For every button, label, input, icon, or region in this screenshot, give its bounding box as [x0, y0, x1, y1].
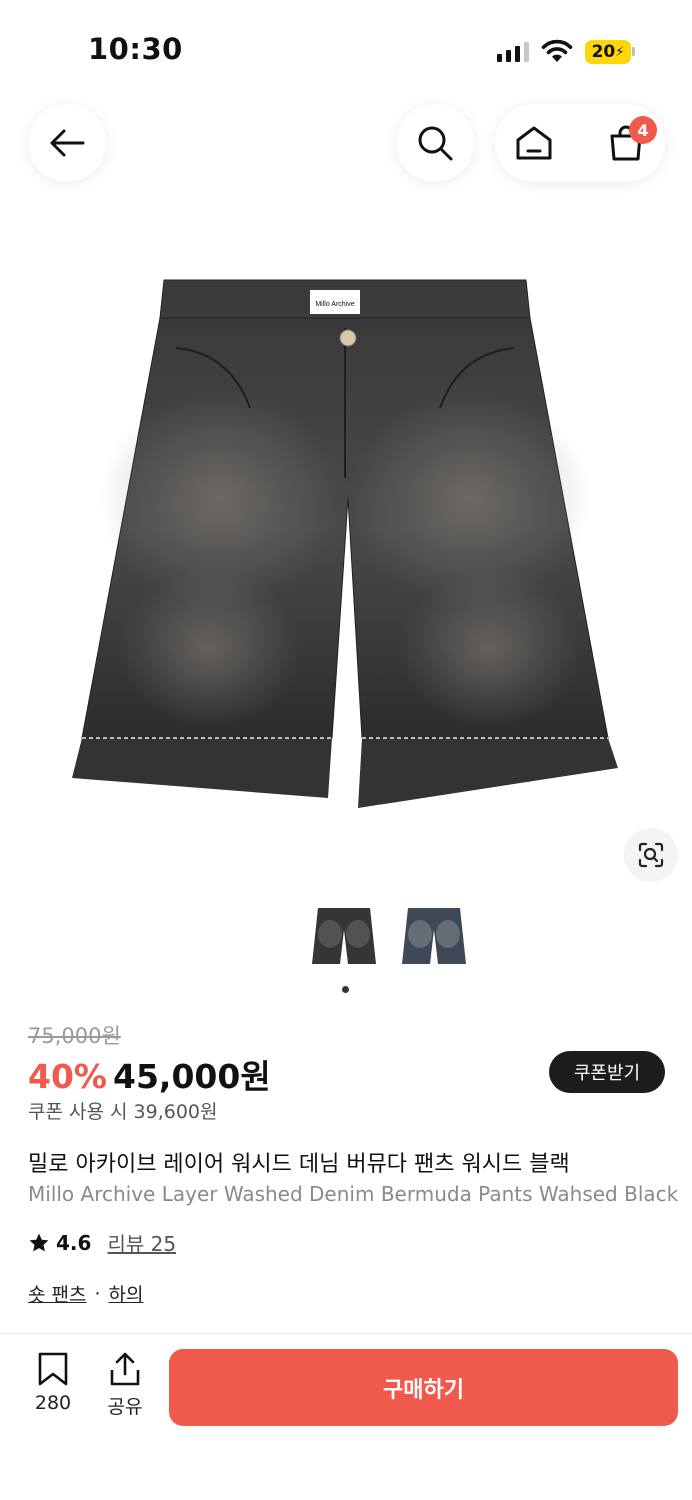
battery-tip	[632, 47, 635, 56]
category-separator: ·	[94, 1282, 101, 1305]
price-row: 40% 45,000원	[28, 1050, 271, 1098]
product-title-ko: 밀로 아카이브 레이어 워시드 데님 버뮤다 팬츠 워시드 블랙	[28, 1152, 570, 1177]
back-button[interactable]	[28, 104, 106, 182]
review-link[interactable]: 리뷰 25	[107, 1228, 176, 1257]
cellular-signal-icon	[497, 42, 529, 62]
cart-button[interactable]	[587, 104, 665, 182]
rating-value: 4.6	[56, 1230, 92, 1255]
category-link-bottoms[interactable]: 하의	[109, 1280, 144, 1307]
star-icon	[29, 1233, 49, 1251]
share-label: 공유	[107, 1396, 143, 1418]
product-image[interactable]: Millo Archive	[60, 268, 632, 808]
search-icon	[418, 126, 453, 161]
coupon-button[interactable]: 쿠폰받기	[549, 1051, 665, 1093]
thumbnail-black[interactable]	[310, 906, 378, 970]
category-breadcrumb: 숏 팬츠 · 하의	[28, 1280, 144, 1307]
page-indicator-dot	[342, 986, 349, 993]
home-icon	[516, 126, 552, 160]
share-icon	[110, 1352, 140, 1386]
coupon-price-note: 쿠폰 사용 시 39,600원	[28, 1101, 218, 1123]
divider	[0, 1333, 692, 1334]
battery-level: 20	[591, 42, 616, 62]
rating-row: 4.6 리뷰 25	[28, 1228, 176, 1257]
bookmark-icon	[38, 1352, 68, 1386]
back-arrow-icon	[50, 129, 85, 157]
image-thumbnails	[310, 906, 468, 970]
product-title-en: Millo Archive Layer Washed Denim Bermuda…	[28, 1182, 679, 1206]
thumbnail-blue[interactable]	[400, 906, 468, 970]
status-bar: 10:30 20 ⚡	[0, 0, 692, 100]
category-link-shorts[interactable]: 숏 팬츠	[28, 1280, 86, 1307]
bookmark-count: 280	[34, 1392, 72, 1414]
share-button[interactable]: 공유	[100, 1352, 150, 1419]
buy-button[interactable]: 구매하기	[169, 1349, 678, 1426]
status-time: 10:30	[88, 32, 183, 66]
bookmark-button[interactable]: 280	[28, 1352, 78, 1414]
original-price: 75,000원	[28, 1024, 121, 1048]
discount-rate: 40%	[28, 1057, 107, 1096]
search-button[interactable]	[396, 104, 474, 182]
home-button[interactable]	[495, 104, 573, 182]
wifi-icon	[541, 39, 573, 62]
battery-indicator: 20 ⚡	[585, 40, 631, 64]
brand-label: Millo Archive	[315, 301, 354, 308]
sale-price: 45,000원	[113, 1057, 271, 1096]
lens-search-button[interactable]	[624, 828, 678, 882]
lens-search-icon	[638, 842, 664, 868]
cart-count-badge: 4	[629, 116, 657, 144]
nav-group: 4	[495, 104, 665, 182]
